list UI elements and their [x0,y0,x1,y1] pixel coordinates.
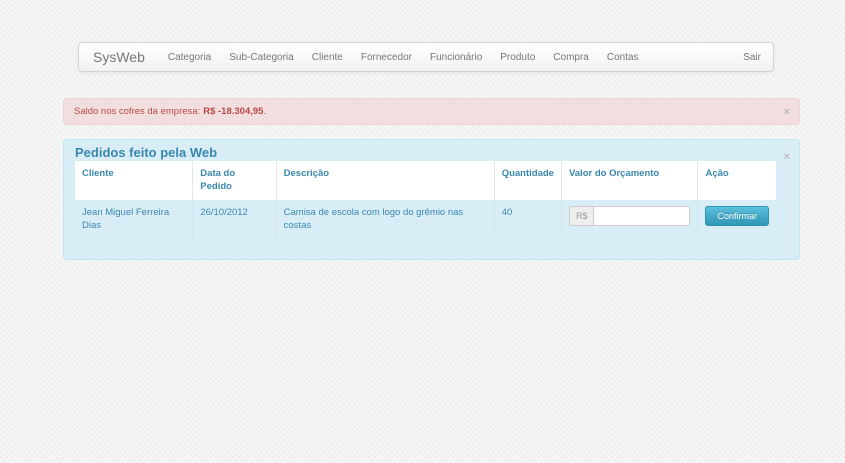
orders-table: Cliente Data do Pedido Descrição Quantid… [75,161,776,238]
balance-label: Saldo nos cofres da empresa: [74,106,201,117]
currency-addon: R$ [568,206,594,226]
panel-title: Pedidos feito pela Web [75,145,218,160]
nav-item-cliente[interactable]: Cliente [303,52,352,63]
nav-item-categoria[interactable]: Categoria [159,52,220,63]
cell-valor: R$ [560,200,698,238]
nav-item-produto[interactable]: Produto [491,52,544,63]
cell-quantidade: 40 [493,200,562,238]
confirm-button[interactable]: Confirmar [705,206,769,226]
header-quantidade: Quantidade [493,161,562,200]
cell-descricao: Camisa de escola com logo do grêmio nas … [275,200,495,238]
panel-close-icon[interactable]: × [784,151,790,163]
cell-cliente: Jean Miguel Ferreira Dias [82,207,170,231]
table-row: Jean Miguel Ferreira Dias 26/10/2012 Cam… [75,200,776,238]
nav-item-sub-categoria[interactable]: Sub-Categoria [220,52,302,63]
table-header-row: Cliente Data do Pedido Descrição Quantid… [75,161,776,200]
logout-link[interactable]: Sair [743,52,773,63]
cell-data: 26/10/2012 [192,200,277,238]
balance-alert: Saldo nos cofres da empresa: R$ -18.304,… [63,98,800,125]
budget-input-group: R$ [568,206,691,226]
header-acao: Ação [697,161,776,200]
nav-item-compra[interactable]: Compra [544,52,598,63]
alert-close-icon[interactable]: × [784,106,790,118]
header-data-pedido: Data do Pedido [192,161,277,200]
web-orders-panel: Pedidos feito pela Web × Cliente Data do… [63,139,800,260]
header-valor-orcamento: Valor do Orçamento [560,161,698,200]
brand-link[interactable]: SysWeb [79,49,159,65]
nav-item-fornecedor[interactable]: Fornecedor [352,52,421,63]
nav-item-funcionario[interactable]: Funcionário [421,52,491,63]
nav-item-contas[interactable]: Contas [598,52,648,63]
balance-amount: R$ -18.304,95 [203,106,264,117]
navbar: SysWeb Categoria Sub-Categoria Cliente F… [78,42,774,72]
budget-value-input[interactable] [593,206,691,226]
nav-menu: Categoria Sub-Categoria Cliente Forneced… [159,52,648,63]
header-cliente: Cliente [75,161,193,200]
header-descricao: Descrição [275,161,495,200]
cell-acao: Confirmar [697,200,776,238]
